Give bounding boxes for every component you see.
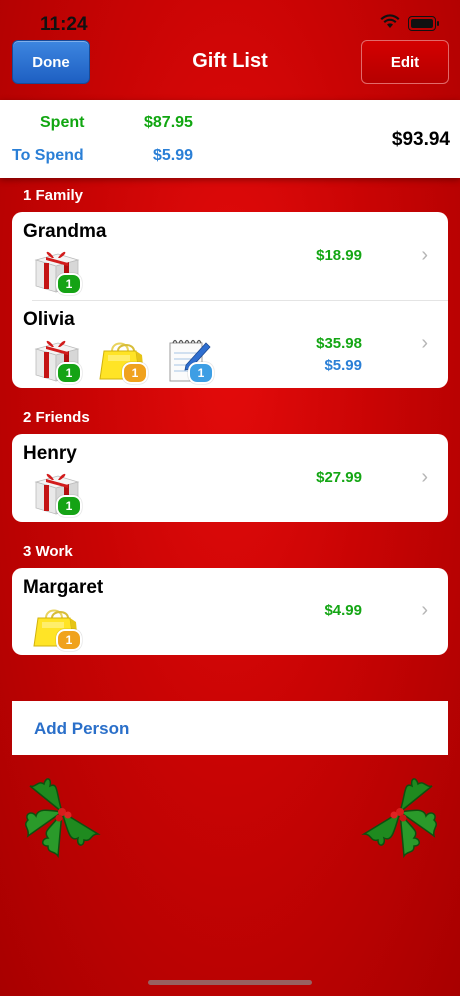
to-spend-label: To Spend bbox=[12, 147, 84, 164]
spent-value: $87.95 bbox=[144, 114, 193, 131]
gift-box-icon: 1 bbox=[32, 468, 82, 517]
person-name: Henry bbox=[23, 443, 77, 464]
chevron-right-icon: › bbox=[421, 599, 428, 621]
battery-icon bbox=[408, 16, 439, 31]
chevron-right-icon: › bbox=[421, 332, 428, 354]
holly-left-icon bbox=[24, 778, 99, 857]
gift-box-icon: 1 bbox=[32, 246, 82, 295]
add-person-label: Add Person bbox=[34, 719, 130, 738]
person-row-henry[interactable]: Henry 1 $27.99 › bbox=[12, 434, 448, 522]
spent-amount: $35.98 bbox=[316, 335, 362, 352]
section-card-friends: Henry 1 $27.99 › bbox=[12, 434, 448, 522]
bag-count-badge: 1 bbox=[56, 629, 82, 651]
section-card-family: Grandma 1 $18.99 › Olivia 1 1 1 $35.98 $… bbox=[12, 212, 448, 388]
home-indicator[interactable] bbox=[148, 980, 312, 985]
chevron-right-icon: › bbox=[421, 244, 428, 266]
chevron-right-icon: › bbox=[421, 466, 428, 488]
gift-count-badge: 1 bbox=[56, 362, 82, 384]
notepad-icon: 1 bbox=[164, 335, 214, 384]
to-spend-amount: $5.99 bbox=[324, 357, 362, 374]
wifi-icon bbox=[380, 14, 400, 28]
shopping-bag-icon: 1 bbox=[32, 602, 82, 651]
bag-count-badge: 1 bbox=[122, 362, 148, 384]
total-value: $93.94 bbox=[391, 129, 450, 150]
status-time: 11:24 bbox=[40, 14, 88, 35]
spending-summary: Spent $87.95 To Spend $5.99 $93.94 bbox=[0, 100, 460, 178]
note-count-badge: 1 bbox=[188, 362, 214, 384]
gift-count-badge: 1 bbox=[56, 273, 82, 295]
section-card-work: Margaret 1 $4.99 › bbox=[12, 568, 448, 655]
person-row-grandma[interactable]: Grandma 1 $18.99 › bbox=[12, 212, 448, 300]
section-header-friends: 2 Friends bbox=[23, 409, 90, 426]
status-bar: 11:24 bbox=[0, 0, 460, 40]
to-spend-value: $5.99 bbox=[153, 147, 194, 164]
person-name: Margaret bbox=[23, 577, 104, 598]
section-header-family: 1 Family bbox=[23, 187, 84, 204]
holly-right-icon bbox=[363, 778, 438, 857]
edit-button[interactable]: Edit bbox=[361, 40, 449, 84]
section-header-work: 3 Work bbox=[23, 543, 73, 560]
spent-amount: $4.99 bbox=[324, 602, 362, 619]
person-row-olivia[interactable]: Olivia 1 1 1 $35.98 $5.99 › bbox=[12, 300, 448, 388]
spent-amount: $27.99 bbox=[316, 469, 362, 486]
spent-label: Spent bbox=[40, 114, 85, 131]
gift-count-badge: 1 bbox=[56, 495, 82, 517]
navigation-bar: Done Gift List Edit bbox=[0, 40, 460, 84]
person-name: Grandma bbox=[23, 221, 107, 242]
person-name: Olivia bbox=[23, 309, 75, 330]
add-person-button[interactable]: Add Person bbox=[12, 701, 448, 755]
person-row-margaret[interactable]: Margaret 1 $4.99 › bbox=[12, 568, 448, 655]
gift-box-icon: 1 bbox=[32, 335, 82, 384]
spent-amount: $18.99 bbox=[316, 247, 362, 264]
shopping-bag-icon: 1 bbox=[98, 335, 148, 384]
